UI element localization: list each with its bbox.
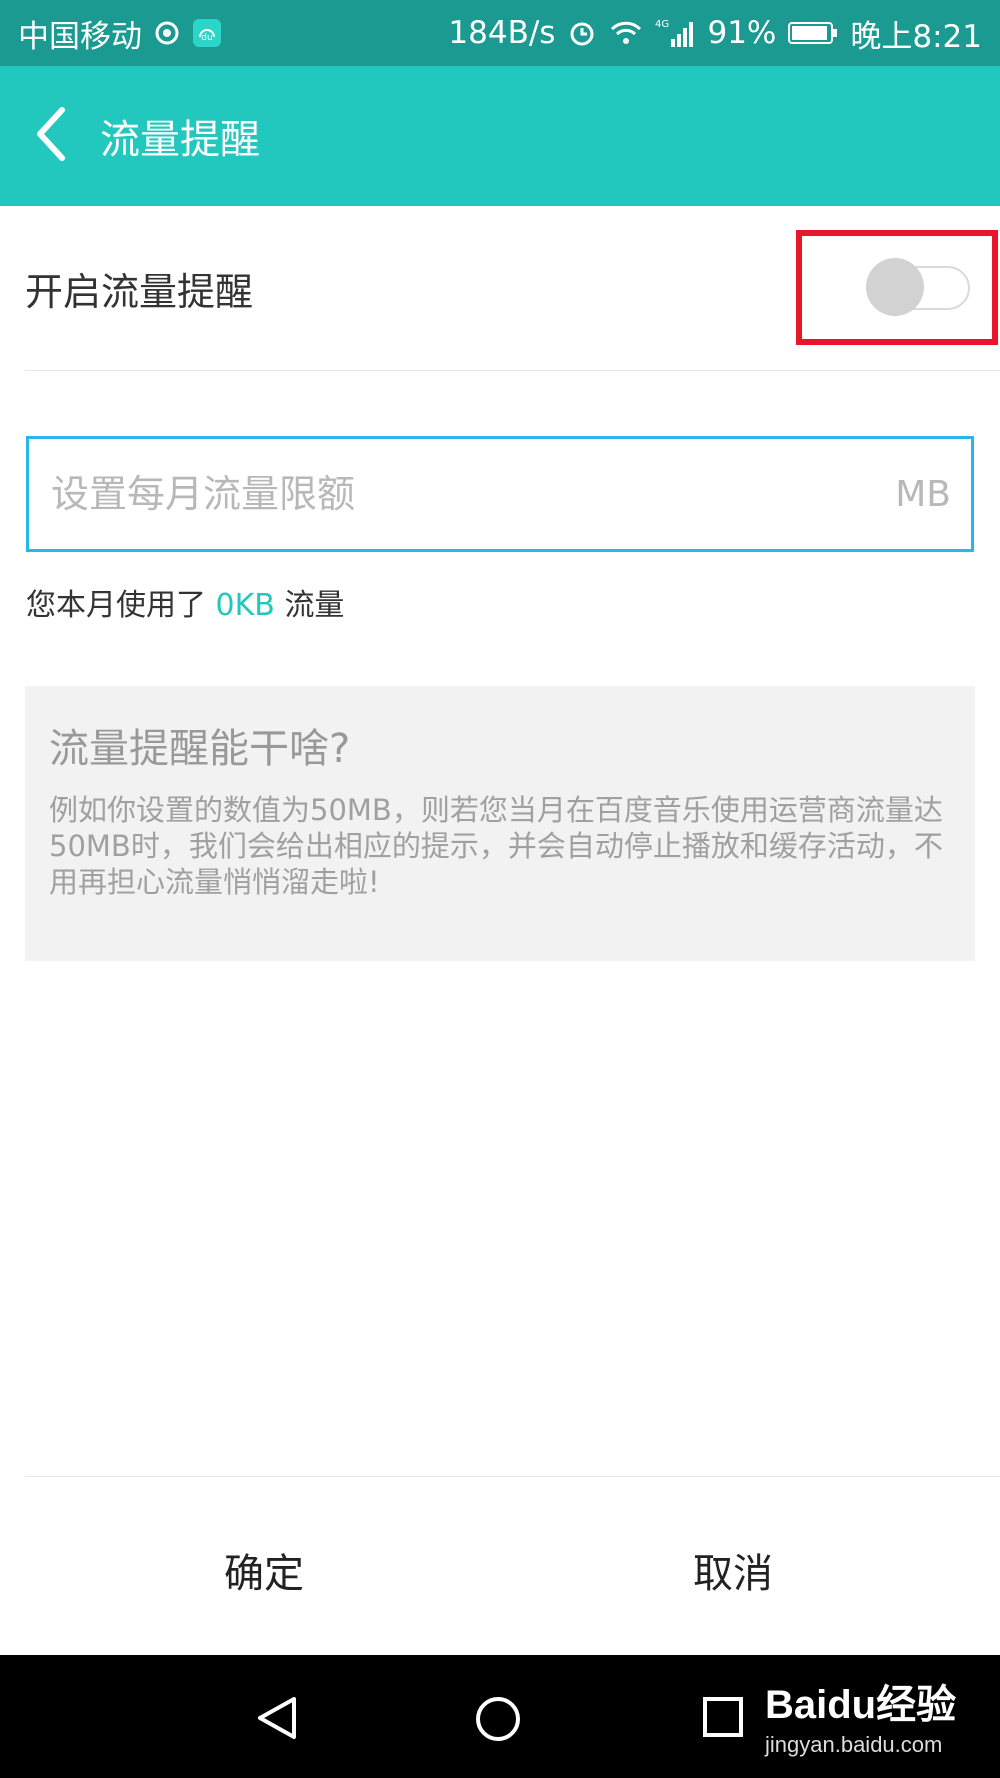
battery-icon xyxy=(788,20,838,46)
alarm-icon xyxy=(567,18,597,48)
watermark-url: jingyan.baidu.com xyxy=(765,1732,943,1757)
network-speed: 184B/s xyxy=(448,15,556,51)
page-title: 流量提醒 xyxy=(100,117,260,163)
clock: 晚上8:21 xyxy=(850,18,982,55)
svg-text:du: du xyxy=(201,33,212,43)
wifi-icon xyxy=(609,19,643,47)
back-button[interactable] xyxy=(0,66,100,206)
info-body: 例如你设置的数值为50MB，则若您当月在百度音乐使用运营商流量达50MB时，我们… xyxy=(49,793,943,899)
confirm-button[interactable]: 确定 xyxy=(114,1520,414,1620)
signal-icon: 4G xyxy=(655,17,695,49)
music-app-icon: du xyxy=(192,18,222,48)
watermark-brand: Baidu经验 xyxy=(765,1683,957,1727)
carrier-label: 中国移动 xyxy=(18,18,142,55)
notification-icon xyxy=(154,20,180,46)
usage-prefix: 您本月使用了 xyxy=(26,588,206,623)
status-bar: 中国移动 du 184B/s 4G 91% 晚上8:21 xyxy=(0,0,1000,66)
divider xyxy=(25,1476,1000,1477)
app-bar: 流量提醒 xyxy=(0,66,1000,206)
svg-text:4G: 4G xyxy=(655,19,669,30)
status-left: 中国移动 du xyxy=(18,11,222,56)
switch-thumb xyxy=(866,258,924,316)
baidu-jingyan-watermark: Baidu经验 jingyan.baidu.com xyxy=(765,1672,975,1767)
info-card: 流量提醒能干啥? 例如你设置的数值为50MB，则若您当月在百度音乐使用运营商流量… xyxy=(25,686,975,961)
usage-text: 您本月使用了 0KB 流量 xyxy=(26,580,344,624)
chevron-left-icon xyxy=(32,106,68,166)
status-right: 184B/s 4G 91% 晚上8:21 xyxy=(448,11,982,56)
toggle-label: 开启流量提醒 xyxy=(25,269,254,314)
usage-suffix: 流量 xyxy=(284,588,345,623)
battery-percent: 91% xyxy=(707,15,777,51)
monthly-quota-input[interactable] xyxy=(49,471,896,517)
cancel-button[interactable]: 取消 xyxy=(583,1520,883,1620)
traffic-alert-switch[interactable] xyxy=(866,258,970,316)
back-triangle-icon[interactable] xyxy=(254,1695,300,1745)
info-title: 流量提醒能干啥? xyxy=(49,726,351,772)
home-circle-icon[interactable] xyxy=(474,1695,522,1747)
unit-label: MB xyxy=(895,473,951,515)
usage-value: 0KB xyxy=(215,588,275,623)
recents-square-icon[interactable] xyxy=(701,1695,745,1743)
monthly-quota-field: MB xyxy=(26,436,974,552)
